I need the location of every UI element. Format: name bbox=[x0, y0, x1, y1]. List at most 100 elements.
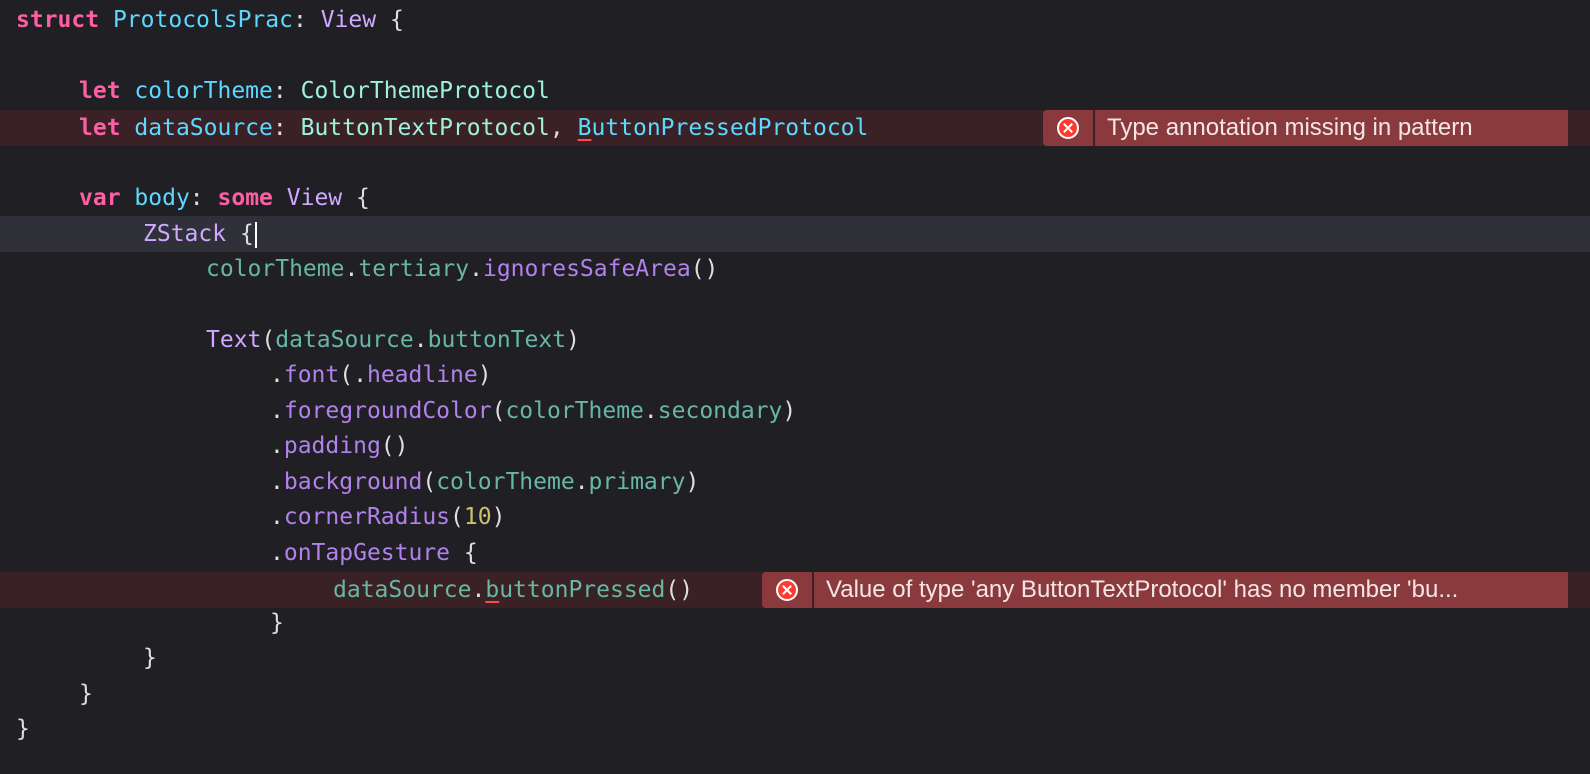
error-message: Type annotation missing in pattern bbox=[1095, 110, 1568, 146]
code-line-11[interactable]: .font(.headline) bbox=[0, 357, 1590, 393]
punct: ) bbox=[782, 398, 797, 424]
punct: ) bbox=[566, 327, 580, 353]
error-squiggle[interactable]: B bbox=[578, 115, 592, 141]
punct: ) bbox=[491, 504, 506, 530]
code-line-3[interactable]: let colorTheme: ColorThemeProtocol bbox=[0, 73, 1590, 109]
punct: () bbox=[690, 256, 719, 282]
code-editor[interactable]: struct ProtocolsPrac: View { let colorTh… bbox=[0, 0, 1590, 774]
code-line-16[interactable]: .onTapGesture { bbox=[0, 535, 1590, 571]
punct: , bbox=[549, 115, 564, 141]
type-name: Text bbox=[206, 327, 262, 353]
punct: : bbox=[272, 78, 287, 104]
punct: : bbox=[272, 115, 287, 141]
punct: . bbox=[344, 256, 359, 282]
identifier: dataSource bbox=[275, 327, 414, 353]
punct: . bbox=[270, 504, 284, 530]
type-name: ButtonTextProtocol bbox=[300, 115, 550, 141]
punct: . bbox=[270, 362, 284, 388]
code-line-14[interactable]: .background(colorTheme.primary) bbox=[0, 464, 1590, 500]
enum-case: headline bbox=[366, 362, 478, 388]
punct: . bbox=[574, 469, 589, 495]
keyword: let bbox=[79, 115, 121, 141]
error-banner-1[interactable]: Type annotation missing in pattern bbox=[1043, 110, 1568, 146]
punct: () bbox=[380, 433, 409, 459]
punct: . bbox=[270, 469, 284, 495]
keyword: struct bbox=[16, 7, 100, 33]
punct: () bbox=[665, 577, 694, 603]
type-name: ColorThemeProtocol bbox=[300, 78, 550, 104]
type-name: View bbox=[320, 7, 377, 33]
code-line-7[interactable]: ZStack { bbox=[0, 216, 1590, 252]
keyword: let bbox=[79, 78, 121, 104]
identifier: colorTheme bbox=[206, 256, 345, 282]
code-line-17[interactable]: dataSource.buttonPressed() Value of type… bbox=[0, 572, 1590, 608]
error-squiggle[interactable]: b bbox=[485, 577, 499, 603]
code-line-20[interactable]: } bbox=[0, 676, 1590, 712]
punct: . bbox=[413, 327, 428, 353]
code-line-12[interactable]: .foregroundColor(colorTheme.secondary) bbox=[0, 393, 1590, 429]
error-banner-2[interactable]: Value of type 'any ButtonTextProtocol' h… bbox=[762, 572, 1568, 608]
punct: } bbox=[16, 716, 30, 742]
property-name: dataSource bbox=[134, 115, 273, 141]
method-name: cornerRadius bbox=[283, 504, 451, 530]
code-line-19[interactable]: } bbox=[0, 640, 1590, 676]
method-name: background bbox=[283, 469, 423, 495]
member-name: secondary bbox=[657, 398, 783, 424]
code-line-15[interactable]: .cornerRadius(10) bbox=[0, 499, 1590, 535]
identifier: colorTheme bbox=[436, 469, 575, 495]
property-name: body bbox=[134, 185, 190, 211]
type-name: View bbox=[286, 185, 343, 211]
code-line-4[interactable]: let dataSource: ButtonTextProtocol, Butt… bbox=[0, 110, 1590, 146]
error-icon-box[interactable] bbox=[1043, 110, 1093, 146]
punct: } bbox=[270, 610, 284, 636]
punct: . bbox=[270, 540, 284, 566]
punct: { bbox=[356, 185, 370, 211]
keyword: some bbox=[217, 185, 273, 211]
type-name: ZStack bbox=[143, 221, 227, 247]
struct-name: ProtocolsPrac bbox=[112, 7, 293, 33]
punct: ( bbox=[261, 327, 276, 353]
method-name: foregroundColor bbox=[283, 398, 492, 424]
punct: : bbox=[189, 185, 204, 211]
punct: { bbox=[463, 540, 478, 566]
punct: . bbox=[643, 398, 658, 424]
punct: ( bbox=[422, 469, 437, 495]
code-line-13[interactable]: .padding() bbox=[0, 428, 1590, 464]
punct: } bbox=[143, 645, 157, 671]
text-cursor bbox=[254, 221, 257, 248]
code-line-8[interactable]: colorTheme.tertiary.ignoresSafeArea() bbox=[0, 251, 1590, 287]
punct: . bbox=[471, 577, 486, 603]
error-x-circle-icon bbox=[1057, 117, 1079, 139]
code-line-6[interactable]: var body: some View { bbox=[0, 180, 1590, 216]
punct: . bbox=[270, 398, 284, 424]
punct: { bbox=[239, 221, 254, 247]
code-line-10[interactable]: Text(dataSource.buttonText) bbox=[0, 322, 1590, 358]
punct: ( bbox=[491, 398, 506, 424]
method-name: ignoresSafeArea bbox=[482, 256, 691, 282]
punct: ( bbox=[339, 362, 354, 388]
method-name: font bbox=[283, 362, 340, 388]
punct: ( bbox=[450, 504, 464, 530]
method-name: onTapGesture bbox=[283, 540, 451, 566]
punct: : bbox=[292, 7, 307, 33]
error-icon-box[interactable] bbox=[762, 572, 812, 608]
punct: ) bbox=[685, 469, 700, 495]
code-line-1[interactable]: struct ProtocolsPrac: View { bbox=[0, 2, 1590, 38]
punct: { bbox=[389, 7, 404, 33]
method-name: uttonPressed bbox=[499, 577, 666, 603]
code-line-18[interactable]: } bbox=[0, 605, 1590, 641]
identifier: dataSource bbox=[333, 577, 472, 603]
punct: } bbox=[79, 681, 93, 707]
error-message: Value of type 'any ButtonTextProtocol' h… bbox=[814, 572, 1568, 608]
method-name: padding bbox=[283, 433, 381, 459]
number-literal: 10 bbox=[463, 504, 492, 530]
punct: . bbox=[469, 256, 483, 282]
member-name: buttonText bbox=[427, 327, 567, 353]
code-line-21[interactable]: } bbox=[0, 711, 1590, 747]
punct: . bbox=[270, 433, 284, 459]
punct: . bbox=[353, 362, 367, 388]
identifier: colorTheme bbox=[505, 398, 644, 424]
keyword: var bbox=[79, 185, 121, 211]
type-name: uttonPressedProtocol bbox=[591, 115, 869, 141]
member-name: tertiary bbox=[358, 256, 470, 282]
